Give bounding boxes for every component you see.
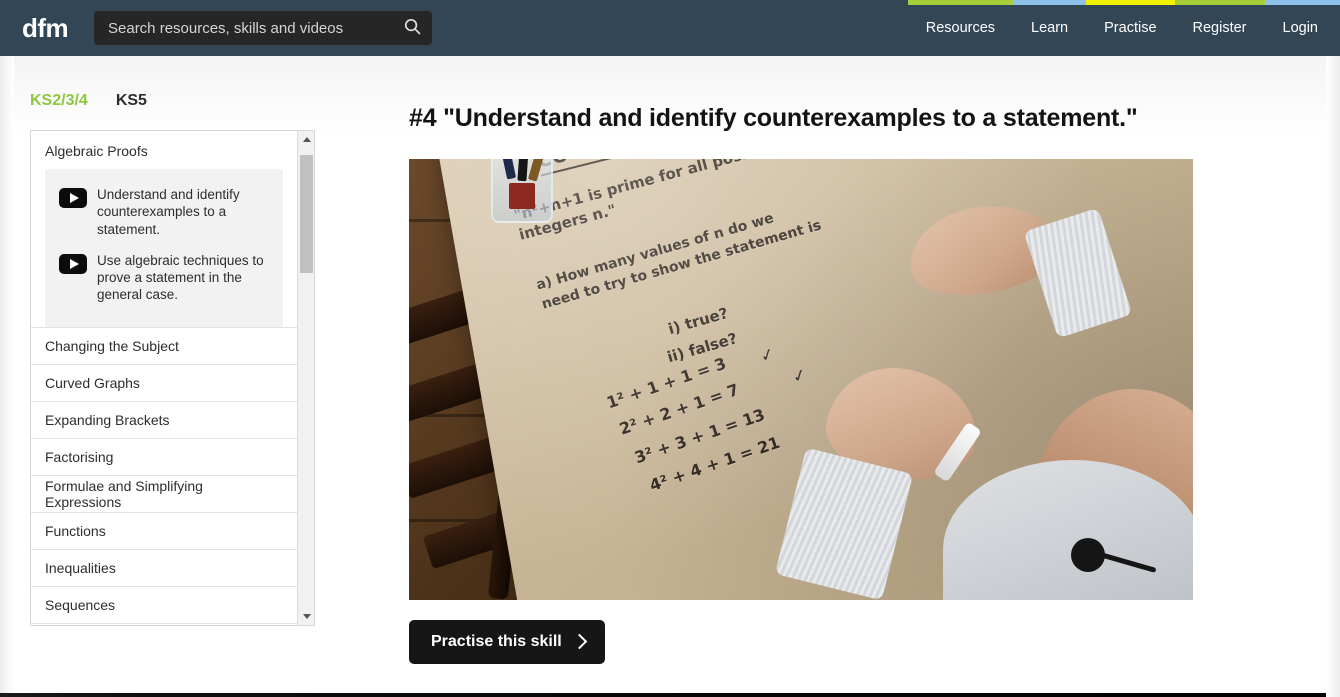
working-line-3: 3² + 3 + 1 = 13: [632, 404, 768, 468]
topic-row[interactable]: Functions: [31, 511, 297, 549]
search-input[interactable]: [94, 19, 392, 37]
nav-bar-register: [1174, 0, 1265, 5]
topic-row[interactable]: Changing the Subject: [31, 326, 297, 364]
nav-label-login: Login: [1282, 20, 1318, 36]
topic-list-panel: Algebraic Proofs Understand and identify…: [30, 130, 315, 626]
nav-bar-practise: [1086, 0, 1175, 5]
topic-row[interactable]: Factorising: [31, 437, 297, 475]
nav-label-practise: Practise: [1104, 20, 1157, 36]
working-mark-2: ✓: [789, 364, 810, 389]
play-icon: [59, 253, 87, 274]
key-stage-tabs: KS2/3/4 KS5: [30, 92, 315, 130]
page-title: #4 "Understand and identify counterexamp…: [409, 104, 1138, 132]
nav-bar-login: [1264, 0, 1340, 5]
video-item-counterexamples[interactable]: Understand and identify counterexamples …: [55, 181, 273, 247]
chevron-right-icon: [571, 633, 588, 650]
whiteboard-question: a) How many values of n do we need to tr…: [534, 210, 824, 314]
video-item-algebraic-techniques[interactable]: Use algebraic techniques to prove a stat…: [55, 247, 273, 313]
search-button[interactable]: [392, 11, 432, 45]
whiteboard-option-false: ii) false?: [665, 329, 740, 367]
nav-label-learn: Learn: [1031, 20, 1069, 36]
search-icon: [404, 18, 421, 38]
nav-label-register: Register: [1192, 20, 1247, 36]
topic-row[interactable]: Curved Graphs: [31, 363, 297, 401]
topic-list-scroll-area: Algebraic Proofs Understand and identify…: [31, 131, 297, 625]
footer-strip: [0, 693, 1340, 697]
microphone-icon: [1071, 538, 1105, 572]
topic-row[interactable]: Formulae and Simplifying Expressions: [31, 474, 297, 512]
main-navigation: Resources Learn Practise Register Login: [907, 0, 1340, 56]
search-bar[interactable]: [94, 11, 432, 45]
whiteboard-heading: COUNTER-EXAMPLES: [534, 159, 774, 177]
video-label: Use algebraic techniques to prove a stat…: [97, 252, 264, 303]
whiteboard-option-true: i) true?: [666, 304, 731, 339]
page-body: KS2/3/4 KS5 Algebraic Proofs Understand …: [0, 56, 1340, 697]
site-logo[interactable]: dfm: [22, 13, 74, 44]
practise-button-label: Practise this skill: [431, 633, 562, 650]
main-content: #4 "Understand and identify counterexamp…: [409, 56, 1209, 664]
working-line-2: 2² + 2 + 1 = 7: [616, 379, 742, 439]
play-icon: [59, 188, 87, 208]
pen-glass: [491, 159, 553, 223]
video-list: Understand and identify counterexamples …: [45, 169, 283, 327]
nav-item-resources[interactable]: Resources: [907, 0, 1014, 56]
tab-ks5[interactable]: KS5: [116, 92, 147, 110]
practise-this-skill-button[interactable]: Practise this skill: [409, 620, 605, 664]
nav-label-resources: Resources: [925, 20, 996, 36]
chevron-down-icon[interactable]: [298, 608, 314, 625]
working-line-4: 4² + 4 + 1 = 21: [647, 432, 783, 496]
video-label: Understand and identify counterexamples …: [97, 187, 240, 237]
scrollbar-thumb[interactable]: [300, 155, 313, 273]
tab-ks234[interactable]: KS2/3/4: [30, 92, 88, 110]
topic-row[interactable]: Expanding Brackets: [31, 400, 297, 438]
topic-group-algebraic-proofs: Algebraic Proofs Understand and identify…: [31, 131, 297, 327]
nav-item-learn[interactable]: Learn: [1013, 0, 1087, 56]
topic-row[interactable]: Simultaneous Equations: [31, 622, 297, 625]
topic-row[interactable]: Inequalities: [31, 548, 297, 586]
whiteboard-statement: "n²+n+1 is prime for all positive intege…: [511, 159, 780, 245]
sidebar-scrollbar[interactable]: [297, 131, 314, 625]
nav-bar-resources: [907, 0, 1014, 5]
site-header: dfm Resources Learn Practise Regi: [0, 0, 1340, 56]
working-line-1: 1² + 1 + 1 = 3: [604, 353, 729, 413]
topic-group-title[interactable]: Algebraic Proofs: [45, 143, 283, 169]
nav-item-login[interactable]: Login: [1264, 0, 1340, 56]
topic-row[interactable]: Sequences: [31, 585, 297, 623]
nav-bar-learn: [1013, 0, 1087, 5]
lesson-video-player[interactable]: COUNTER-EXAMPLES "n²+n+1 is prime for al…: [409, 159, 1193, 600]
chevron-up-icon[interactable]: [298, 131, 314, 148]
nav-item-register[interactable]: Register: [1174, 0, 1265, 56]
nav-item-practise[interactable]: Practise: [1086, 0, 1175, 56]
working-mark-1: ✓: [757, 343, 778, 368]
topics-sidebar: KS2/3/4 KS5 Algebraic Proofs Understand …: [30, 92, 315, 626]
